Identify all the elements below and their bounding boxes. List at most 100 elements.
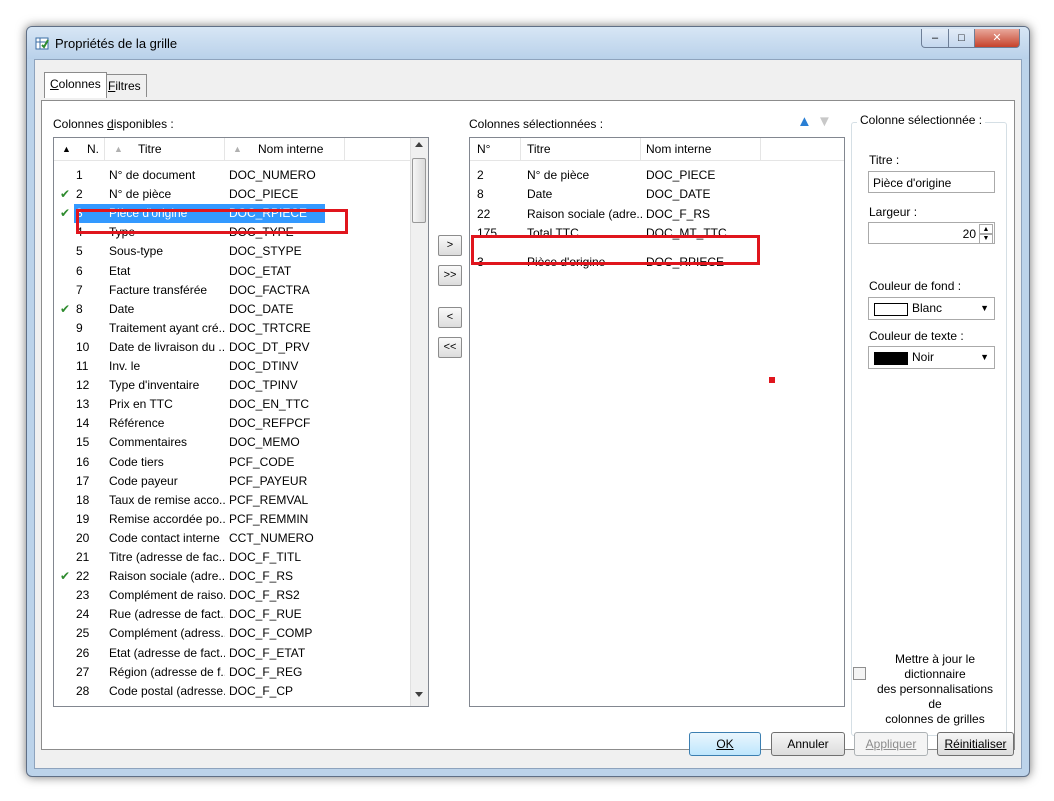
list-item[interactable]: 26 Etat (adresse de fact... DOC_F_ETAT [54, 644, 428, 663]
add-all-columns-button[interactable]: >> [438, 265, 462, 286]
list-item[interactable]: 11 Inv. le DOC_DTINV [54, 357, 428, 376]
header-num[interactable]: ▲ N. [54, 138, 105, 160]
sel-header-num[interactable]: N° [470, 138, 521, 160]
remove-column-button[interactable]: < [438, 307, 462, 328]
sel-header-title[interactable]: Titre [521, 138, 641, 160]
selected-list-header: N° Titre Nom interne [470, 138, 844, 161]
list-item[interactable]: 6 Etat DOC_ETAT [54, 262, 428, 281]
sel-header-internal[interactable]: Nom interne [641, 138, 761, 160]
row-title: Taux de remise acco... [109, 492, 225, 507]
title-bar[interactable]: Propriétés de la grille – □ ✕ [27, 27, 1029, 59]
width-value: 20 [962, 227, 976, 241]
width-stepper[interactable]: 20 ▲ ▼ [868, 222, 995, 244]
move-down-icon[interactable]: ▼ [817, 113, 832, 130]
row-num: 21 [76, 550, 90, 564]
list-item[interactable]: 15 Commentaires DOC_MEMO [54, 433, 428, 452]
row-title: Raison sociale (adre... [527, 206, 642, 221]
minimize-button[interactable]: – [921, 29, 949, 48]
list-item[interactable]: ✔ 8 Date DOC_DATE [54, 300, 428, 319]
row-internal: DOC_ETAT [229, 263, 292, 278]
list-item[interactable]: 13 Prix en TTC DOC_EN_TTC [54, 395, 428, 414]
sort-title-icon: ▲ [114, 144, 123, 154]
row-num: 7 [76, 282, 83, 297]
list-item[interactable]: 7 Facture transférée DOC_FACTRA [54, 281, 428, 300]
reset-button[interactable]: Réinitialiser [937, 732, 1014, 756]
list-item[interactable]: 27 Région (adresse de f... DOC_F_REG [54, 663, 428, 682]
row-title: Etat (adresse de fact... [109, 645, 225, 660]
update-dictionary-checkbox[interactable] [853, 667, 866, 680]
row-title: Date [527, 187, 553, 202]
list-item[interactable]: 2 N° de pièce DOC_PIECE [470, 166, 844, 185]
list-item[interactable]: 5 Sous-type DOC_STYPE [54, 242, 428, 261]
apply-button[interactable]: Appliquer [854, 732, 928, 756]
list-item[interactable]: 20 Code contact interne CCT_NUMERO [54, 529, 428, 548]
add-column-button[interactable]: > [438, 235, 462, 256]
scroll-down-icon[interactable] [415, 692, 423, 697]
scroll-thumb[interactable] [412, 158, 426, 223]
list-item[interactable]: 14 Référence DOC_REFPCF [54, 414, 428, 433]
available-label-hotkey: d [107, 117, 114, 131]
bg-color-select[interactable]: Blanc ▼ [868, 297, 995, 320]
row-num: 8 [477, 187, 484, 202]
width-down-icon[interactable]: ▼ [979, 233, 993, 244]
list-item[interactable]: 24 Rue (adresse de fact... DOC_F_RUE [54, 605, 428, 624]
row-title: Date [109, 301, 135, 316]
row-internal: DOC_FACTRA [229, 282, 310, 297]
list-item[interactable]: ✔ 2 N° de pièce DOC_PIECE [54, 185, 428, 204]
row-title: Code tiers [109, 454, 164, 469]
red-marker [769, 377, 775, 383]
row-internal: DOC_F_ETAT [229, 645, 306, 660]
header-internal[interactable]: ▲ Nom interne [225, 138, 345, 160]
available-scrollbar[interactable] [410, 138, 428, 706]
selected-columns-list[interactable]: N° Titre Nom interne 2 N° de pièce DOC_PIE… [469, 137, 845, 707]
header-title[interactable]: ▲ Titre [105, 138, 225, 160]
available-list-header: ▲ N. ▲ Titre ▲ Nom interne [54, 138, 428, 161]
list-item[interactable]: 22 Raison sociale (adre... DOC_F_RS [470, 205, 844, 224]
list-item[interactable]: 28 Code postal (adresse... DOC_F_CP [54, 682, 428, 701]
row-num: 5 [76, 244, 83, 259]
cancel-button[interactable]: Annuler [771, 732, 845, 756]
columns-tab-panel: Colonnes disponibles : ▲ N. ▲ Titre ▲ No… [41, 100, 1015, 750]
row-internal: DOC_NUMERO [229, 168, 316, 182]
list-item[interactable]: 16 Code tiers PCF_CODE [54, 453, 428, 472]
sort-internal-icon: ▲ [233, 144, 242, 154]
update-dictionary-label[interactable]: Mettre à jour le dictionnaire des person… [869, 652, 1001, 727]
list-item[interactable]: 9 Traitement ayant cré... DOC_TRTCRE [54, 319, 428, 338]
ok-button[interactable]: OK [689, 732, 761, 756]
text-color-select[interactable]: Noir ▼ [868, 346, 995, 369]
list-item[interactable]: 21 Titre (adresse de fac... DOC_F_TITL [54, 548, 428, 567]
tab-filtres[interactable]: Filtres [102, 74, 147, 97]
row-num: 10 [76, 339, 90, 354]
list-item[interactable]: 10 Date de livraison du ... DOC_DT_PRV [54, 338, 428, 357]
list-item[interactable]: 12 Type d'inventaire DOC_TPINV [54, 376, 428, 395]
check-icon: ✔ [60, 187, 71, 202]
row-num: 24 [76, 607, 90, 622]
list-item[interactable]: 1 N° de document DOC_NUMERO [54, 166, 428, 185]
row-internal: DOC_F_CP [229, 683, 294, 698]
maximize-icon: □ [958, 32, 965, 44]
tab-colonnes[interactable]: Colonnes [44, 72, 107, 98]
list-item[interactable]: 25 Complément (adress... DOC_F_COMP [54, 624, 428, 643]
title-input[interactable]: Pièce d'origine [868, 171, 995, 193]
close-button[interactable]: ✕ [974, 29, 1020, 48]
chevron-down-icon: ▼ [980, 352, 989, 362]
row-title: Sous-type [109, 244, 164, 259]
dialog-client-area: Colonnes Filtres Colonnes disponibles : … [34, 59, 1022, 769]
list-item[interactable]: 19 Remise accordée po... PCF_REMMIN [54, 510, 428, 529]
scroll-up-icon[interactable] [415, 142, 423, 147]
row-num: 22 [76, 569, 90, 584]
list-item[interactable]: 18 Taux de remise acco... PCF_REMVAL [54, 491, 428, 510]
list-item[interactable]: 17 Code payeur PCF_PAYEUR [54, 472, 428, 491]
move-up-icon[interactable]: ▲ [797, 113, 812, 130]
maximize-button[interactable]: □ [948, 29, 975, 48]
bg-color-value: Blanc [912, 301, 943, 315]
list-item[interactable]: 8 Date DOC_DATE [470, 185, 844, 204]
sel-header-title-label: Titre [527, 142, 551, 156]
apply-label: Appliquer [865, 737, 917, 751]
row-internal: DOC_DTINV [229, 359, 299, 373]
tab-filtres-label: iltres [115, 79, 141, 93]
list-item[interactable]: 23 Complément de raiso... DOC_F_RS2 [54, 586, 428, 605]
list-item[interactable]: ✔ 22 Raison sociale (adre... DOC_F_RS [54, 567, 428, 586]
remove-all-columns-button[interactable]: << [438, 337, 462, 358]
row-internal: DOC_PIECE [229, 187, 299, 202]
